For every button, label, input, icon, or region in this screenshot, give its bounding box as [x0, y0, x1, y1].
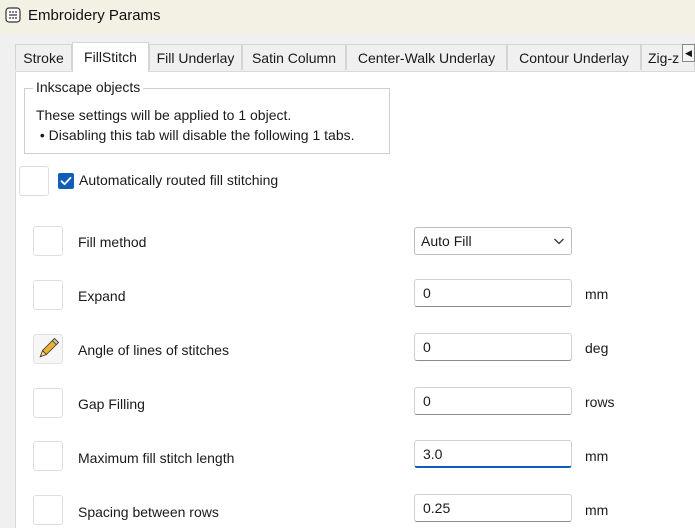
chevron-down-icon: [554, 238, 564, 245]
expand-input[interactable]: [414, 279, 572, 307]
pencil-icon[interactable]: [33, 334, 63, 364]
tab-fillstitch[interactable]: FillStitch: [72, 42, 149, 72]
row-spacing-input[interactable]: [414, 494, 572, 522]
scroll-left-icon[interactable]: ◀: [682, 44, 695, 62]
tab-stroke[interactable]: Stroke: [15, 44, 72, 70]
max-length-input[interactable]: [414, 440, 572, 468]
gap-filling-label: Gap Filling: [78, 396, 145, 412]
checkmark-icon: [60, 176, 72, 186]
fill-method-label: Fill method: [78, 234, 147, 250]
fill-method-toggle-box[interactable]: [33, 226, 63, 256]
gap-filling-toggle-box[interactable]: [33, 388, 63, 418]
window-title: Embroidery Params: [28, 7, 161, 24]
tab-contour-underlay[interactable]: Contour Underlay: [507, 44, 641, 70]
max-length-unit: mm: [585, 448, 609, 464]
group-disable-note: • Disabling this tab will disable the fo…: [36, 127, 355, 143]
fill-method-value: Auto Fill: [421, 233, 472, 249]
tab-satin-column[interactable]: Satin Column: [242, 44, 346, 70]
group-info-line: These settings will be applied to 1 obje…: [36, 107, 292, 123]
fill-method-select[interactable]: Auto Fill: [414, 227, 572, 255]
group-legend: Inkscape objects: [33, 79, 144, 95]
tab-strip: Stroke FillStitch Fill Underlay Satin Co…: [0, 42, 695, 72]
max-length-toggle-box[interactable]: [33, 441, 63, 471]
title-bar[interactable]: Embroidery Params: [0, 0, 695, 34]
auto-route-checkbox[interactable]: [58, 173, 74, 189]
gap-filling-unit: rows: [585, 394, 615, 410]
expand-label: Expand: [78, 288, 126, 304]
tab-fill-underlay[interactable]: Fill Underlay: [149, 44, 242, 70]
row-spacing-unit: mm: [585, 502, 609, 518]
angle-unit: deg: [585, 340, 609, 356]
auto-route-label: Automatically routed fill stitching: [79, 172, 279, 188]
angle-input[interactable]: [414, 333, 572, 361]
embroidery-params-window: Embroidery Params Stroke FillStitch Fill…: [0, 0, 695, 528]
row-spacing-label: Spacing between rows: [78, 504, 219, 520]
gap-filling-input[interactable]: [414, 387, 572, 415]
angle-label: Angle of lines of stitches: [78, 342, 229, 358]
row-spacing-toggle-box[interactable]: [33, 495, 63, 525]
expand-unit: mm: [585, 286, 609, 302]
tab-center-walk-underlay[interactable]: Center-Walk Underlay: [346, 44, 507, 70]
inkstitch-app-icon: [5, 7, 21, 23]
auto-route-toggle-box[interactable]: [19, 166, 49, 196]
expand-toggle-box[interactable]: [33, 280, 63, 310]
max-length-label: Maximum fill stitch length: [78, 450, 235, 466]
